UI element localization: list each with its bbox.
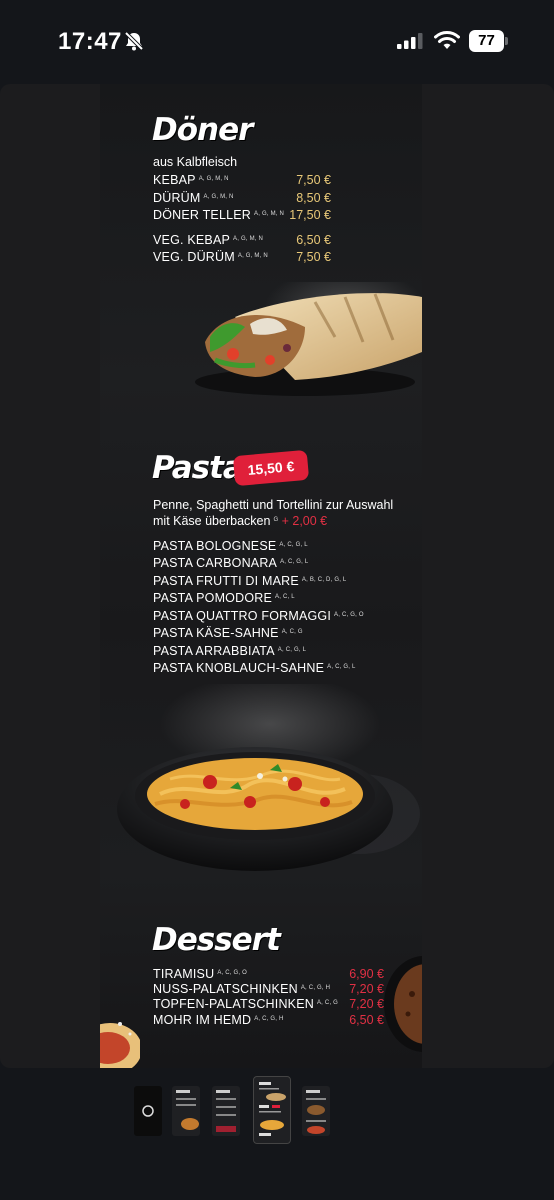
signal-icon bbox=[397, 33, 423, 49]
pasta-cheese-option: mit Käse überbacken G + 2,00 € bbox=[153, 514, 328, 528]
menu-item-pasta-kaese-sahne: PASTA KÄSE-SAHNE A, C, G bbox=[153, 626, 303, 640]
menu-item-duerum: DÜRÜM A, G, M, N bbox=[153, 191, 234, 205]
menu-page[interactable]: Döner aus Kalbfleisch KEBAP A, G, M, N 7,… bbox=[100, 84, 422, 1068]
doener-title: Döner bbox=[152, 112, 253, 148]
wifi-icon bbox=[434, 31, 460, 49]
thumbnail-4-active[interactable] bbox=[253, 1076, 291, 1144]
thumbnail-3[interactable] bbox=[212, 1086, 240, 1136]
price-kebap: 7,50 € bbox=[296, 173, 331, 187]
pasta-bowl-image bbox=[117, 684, 420, 871]
image-viewer[interactable]: Döner aus Kalbfleisch KEBAP A, G, M, N 7,… bbox=[0, 84, 554, 1068]
menu-item-pasta-bolognese: PASTA BOLOGNESE A, C, G, L bbox=[153, 539, 308, 553]
price-mohr-im-hemd: 6,50 € bbox=[349, 1013, 384, 1027]
thumbnail-2[interactable] bbox=[172, 1086, 200, 1136]
price-tiramisu: 6,90 € bbox=[349, 967, 384, 981]
duerum-wrap-image bbox=[195, 282, 422, 396]
price-doener-teller: 17,50 € bbox=[289, 208, 331, 222]
menu-item-mohr-im-hemd: MOHR IM HEMD A, C, G, H bbox=[153, 1013, 284, 1027]
thumbnail-5[interactable] bbox=[302, 1086, 330, 1136]
dessert-title: Dessert bbox=[152, 922, 281, 958]
price-topfen-palatschinken: 7,20 € bbox=[349, 997, 384, 1011]
menu-item-doener-teller: DÖNER TELLER A, G, M, N bbox=[153, 208, 285, 222]
pasta-title: Pasta bbox=[152, 450, 244, 486]
battery-icon: 77 bbox=[469, 30, 509, 52]
menu-item-kebap: KEBAP A, G, M, N bbox=[153, 173, 229, 187]
menu-item-pasta-quattro-formaggi: PASTA QUATTRO FORMAGGI A, C, G, O bbox=[153, 609, 364, 623]
pasta-price-badge: 15,50 € bbox=[232, 449, 310, 487]
menu-item-tiramisu: TIRAMISU A, C, G, O bbox=[153, 967, 247, 981]
doener-subtitle: aus Kalbfleisch bbox=[153, 155, 238, 169]
dessert-pancake-image bbox=[100, 1022, 140, 1068]
menu-item-pasta-arrabbiata: PASTA ARRABBIATA A, C, G, L bbox=[153, 644, 307, 658]
bell-muted-icon bbox=[124, 31, 144, 51]
price-duerum: 8,50 € bbox=[296, 191, 331, 205]
menu-item-pasta-pomodore: PASTA POMODORE A, C, L bbox=[153, 591, 295, 605]
menu-item-pasta-carbonara: PASTA CARBONARA A, C, G, L bbox=[153, 556, 309, 570]
price-nuss-palatschinken: 7,20 € bbox=[349, 982, 384, 996]
clock: 17:47 bbox=[58, 28, 122, 55]
status-bar: 17:47 77 bbox=[0, 0, 554, 80]
menu-item-veg-kebap: VEG. KEBAP A, G, M, N bbox=[153, 233, 264, 247]
price-veg-kebap: 6,50 € bbox=[296, 233, 331, 247]
battery-level: 77 bbox=[469, 30, 504, 52]
dessert-bowl-image bbox=[384, 956, 422, 1052]
menu-item-pasta-knoblauch-sahne: PASTA KNOBLAUCH-SAHNE A, C, G, L bbox=[153, 661, 356, 675]
thumbnail-1[interactable] bbox=[134, 1086, 162, 1136]
menu-item-veg-duerum: VEG. DÜRÜM A, G, M, N bbox=[153, 250, 268, 264]
pasta-description: Penne, Spaghetti und Tortellini zur Ausw… bbox=[153, 498, 394, 512]
menu-item-nuss-palatschinken: NUSS-PALATSCHINKEN A, C, G, H bbox=[153, 982, 331, 996]
menu-item-pasta-frutti-di-mare: PASTA FRUTTI DI MARE A, B, C, D, G, L bbox=[153, 574, 347, 588]
price-veg-duerum: 7,50 € bbox=[296, 250, 331, 264]
menu-item-topfen-palatschinken: TOPFEN-PALATSCHINKEN A, C, G bbox=[153, 997, 339, 1011]
thumbnail-strip bbox=[0, 1068, 554, 1200]
